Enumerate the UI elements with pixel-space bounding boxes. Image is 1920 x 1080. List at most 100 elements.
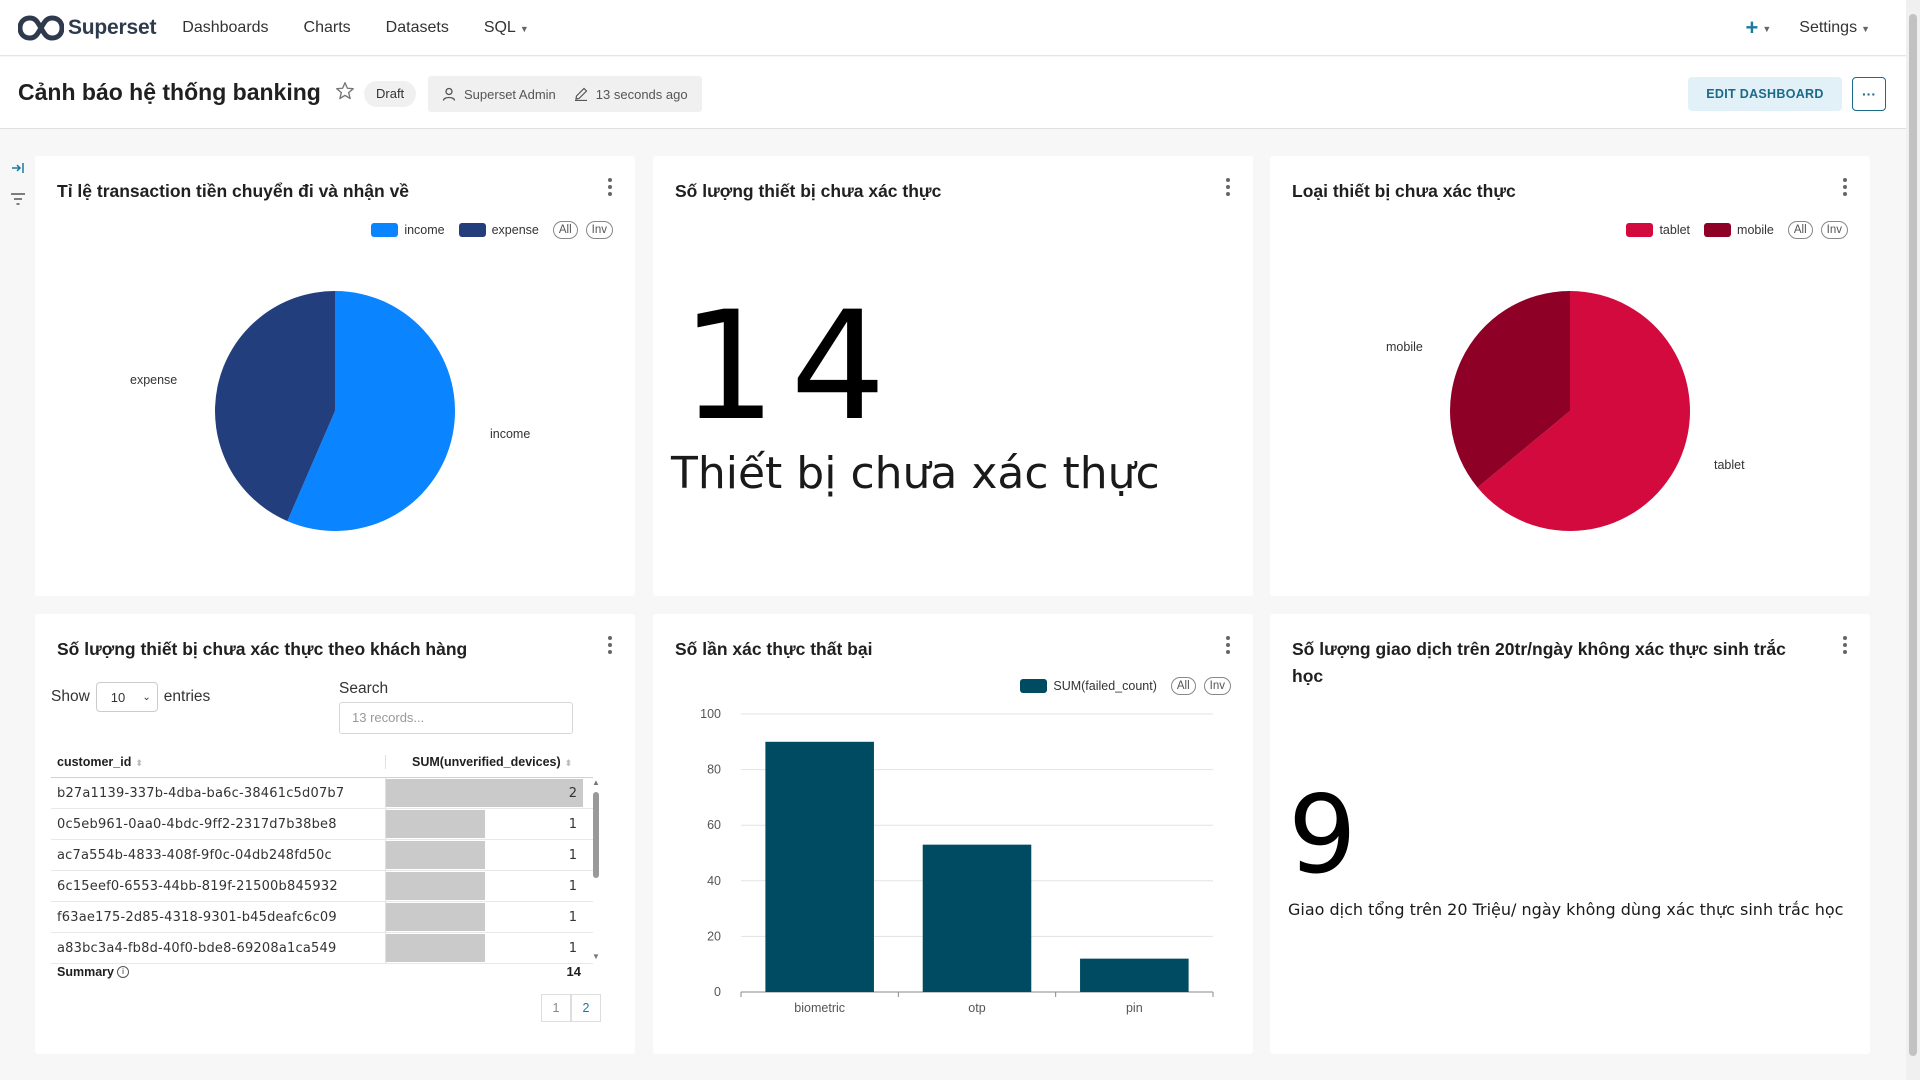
- legend-invert-button[interactable]: Inv: [1820, 221, 1848, 239]
- nav-datasets[interactable]: Datasets: [386, 19, 449, 37]
- scrollbar-thumb[interactable]: [1909, 14, 1917, 1056]
- bar-biometric[interactable]: [765, 741, 874, 992]
- page-size-value: 10: [110, 689, 126, 705]
- bar-otp[interactable]: [922, 844, 1032, 992]
- legend-swatch: [371, 223, 399, 237]
- chart-title: Tỉ lệ transaction tiền chuyển đi và nhận…: [57, 181, 410, 201]
- table-header: customer_id ⬍ SUM(unverified_devices) ⬍: [51, 746, 593, 778]
- legend-label: expense: [491, 223, 539, 237]
- cell-bar: [386, 903, 485, 931]
- cell-customer-id: a83bc3a4-fb8d-40f0-bde8-69208a1ca549: [57, 940, 337, 956]
- dashboard-title[interactable]: Cảnh báo hệ thống banking: [18, 79, 321, 106]
- cell-customer-id: 6c15eef0-6553-44bb-819f-21500b845932: [57, 878, 338, 894]
- cell-bar: [386, 810, 485, 838]
- superset-logo-icon: [18, 14, 64, 41]
- cell-value: 2: [568, 785, 577, 801]
- chart-menu-icon[interactable]: [607, 636, 613, 656]
- table-body: b27a1139-337b-4dba-ba6c-38461c5d07b7 2 0c5…: [51, 778, 593, 964]
- chart-title: Loại thiết bị chưa xác thực: [1292, 181, 1516, 201]
- y-tick-label: 20: [707, 929, 721, 943]
- expand-filter-bar-icon[interactable]: [10, 160, 26, 176]
- big-number-subtitle: Thiết bị chưa xác thực: [671, 448, 1160, 499]
- legend-select-all-button[interactable]: All: [1787, 221, 1813, 239]
- y-tick-label: 40: [707, 874, 721, 888]
- table-row[interactable]: 6c15eef0-6553-44bb-819f-21500b845932 1: [51, 871, 593, 902]
- chart-menu-icon[interactable]: [1225, 178, 1231, 198]
- cell-value: 1: [568, 816, 577, 832]
- x-tick-label: biometric: [794, 1001, 845, 1015]
- pie-chart: [1450, 291, 1690, 531]
- chevron-down-icon: ▼: [1861, 23, 1870, 34]
- x-tick-label: pin: [1126, 1001, 1143, 1015]
- add-new-button[interactable]: + ▼: [1745, 15, 1771, 41]
- chart-menu-icon[interactable]: [607, 178, 613, 198]
- bar-chart: 0 20 40 60 80 100 biometric otp pin: [700, 707, 1214, 1015]
- chart-legend: tablet mobile All Inv: [1626, 221, 1848, 239]
- cell-unverified-devices: 1: [385, 902, 583, 932]
- legend-swatch: [1626, 223, 1654, 237]
- legend-invert-button[interactable]: Inv: [585, 221, 613, 239]
- chart-card-transaction-ratio: Tỉ lệ transaction tiền chuyển đi và nhận…: [35, 156, 635, 596]
- legend-select-all-button[interactable]: All: [552, 221, 578, 239]
- chevron-down-icon: ⌄: [142, 691, 151, 703]
- nav-sql-label: SQL: [483, 18, 516, 36]
- cell-value: 1: [568, 940, 577, 956]
- legend-item-income[interactable]: income: [371, 223, 445, 237]
- main-menu: Dashboards Charts Datasets SQL ▼: [182, 19, 563, 37]
- page-scrollbar[interactable]: [1906, 0, 1920, 1080]
- info-icon[interactable]: i: [116, 965, 129, 978]
- brand-name: Superset: [68, 15, 157, 39]
- brand[interactable]: Superset: [18, 14, 157, 41]
- column-header-customer-id[interactable]: customer_id ⬍: [51, 755, 385, 769]
- cell-value: 1: [568, 878, 577, 894]
- search-input[interactable]: 13 records...: [339, 702, 573, 734]
- legend-item-mobile[interactable]: mobile: [1704, 223, 1774, 237]
- table-row[interactable]: 0c5eb961-0aa0-4bdc-9ff2-2317d7b38be8 1: [51, 809, 593, 840]
- page-size-select[interactable]: 10 ⌄: [95, 682, 158, 712]
- bar-pin[interactable]: [1080, 958, 1189, 992]
- legend-swatch: [1704, 223, 1732, 237]
- chevron-down-icon: ▼: [519, 23, 529, 34]
- status-badge[interactable]: Draft: [364, 81, 417, 107]
- page-button[interactable]: 2: [571, 994, 601, 1022]
- cell-bar: [386, 934, 485, 962]
- edit-dashboard-button[interactable]: EDIT DASHBOARD: [1688, 77, 1842, 111]
- chart-legend: income expense All Inv: [371, 221, 613, 239]
- scrollbar-thumb[interactable]: [593, 792, 599, 878]
- page-size-control: Show 10 ⌄ entries: [51, 682, 210, 712]
- chart-card-large-transactions: Số lượng giao dịch trên 20tr/ngày không …: [1270, 614, 1870, 1054]
- edit-pencil-icon: [574, 87, 588, 101]
- favorite-star-icon[interactable]: [334, 80, 356, 102]
- cell-bar: [386, 779, 583, 807]
- table-row[interactable]: b27a1139-337b-4dba-ba6c-38461c5d07b7 2: [51, 778, 593, 809]
- more-options-button[interactable]: ···: [1852, 77, 1886, 111]
- legend-item-tablet[interactable]: tablet: [1626, 223, 1690, 237]
- table-row[interactable]: a83bc3a4-fb8d-40f0-bde8-69208a1ca549 1: [51, 933, 593, 964]
- legend-label: tablet: [1659, 223, 1691, 237]
- cell-customer-id: f63ae175-2d85-4318-9301-b45deafc6c09: [57, 909, 337, 925]
- chart-card-failed-auth: Số lần xác thực thất bại SUM(failed_coun…: [653, 614, 1253, 1054]
- column-header-sum-unverified[interactable]: SUM(unverified_devices) ⬍: [385, 754, 593, 769]
- filter-icon[interactable]: [10, 191, 26, 207]
- big-number-value: 9: [1288, 773, 1357, 898]
- chart-menu-icon[interactable]: [1842, 178, 1848, 198]
- settings-menu[interactable]: Settings ▼: [1799, 19, 1870, 37]
- nav-sql[interactable]: SQL ▼: [484, 19, 529, 37]
- cell-value: 1: [568, 909, 577, 925]
- pagination: 1 2: [541, 994, 601, 1022]
- table-scrollbar[interactable]: ▲ ▼: [591, 778, 601, 964]
- summary-value: 14: [566, 964, 581, 979]
- nav-charts[interactable]: Charts: [304, 19, 351, 37]
- page-button[interactable]: 1: [541, 994, 571, 1022]
- plus-icon: +: [1745, 14, 1759, 40]
- modified-time: 13 seconds ago: [595, 86, 688, 102]
- nav-dashboards[interactable]: Dashboards: [182, 19, 268, 37]
- big-number-subtitle: Giao dịch tổng trên 20 Triệu/ ngày không…: [1288, 900, 1844, 919]
- scroll-up-arrow-icon[interactable]: ▲: [592, 778, 600, 787]
- table-row[interactable]: f63ae175-2d85-4318-9301-b45deafc6c09 1: [51, 902, 593, 933]
- legend-item-expense[interactable]: expense: [458, 223, 539, 237]
- table-row[interactable]: ac7a554b-4833-408f-9f0c-04db248fd50c 1: [51, 840, 593, 871]
- chart-menu-icon[interactable]: [1842, 636, 1848, 656]
- data-table: customer_id ⬍ SUM(unverified_devices) ⬍ b2…: [51, 746, 593, 964]
- scroll-down-arrow-icon[interactable]: ▼: [592, 952, 600, 961]
